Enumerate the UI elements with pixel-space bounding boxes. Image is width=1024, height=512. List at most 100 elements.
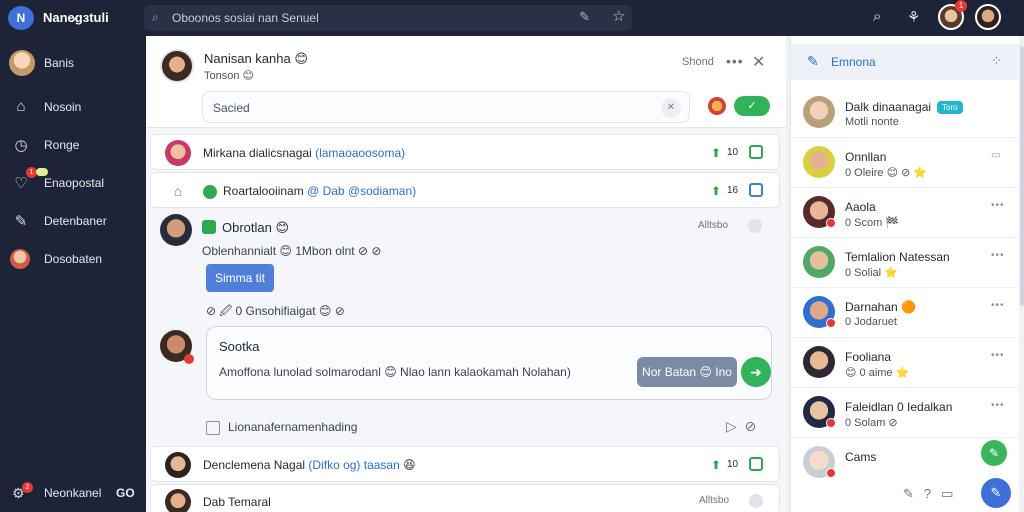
app-title: Nane̷ɡɜtuli	[43, 10, 109, 25]
panel-toolbar: ✎? ▭	[903, 486, 963, 502]
sidebar-item-edit[interactable]: ✎ Detenbaner	[0, 206, 146, 236]
contact-item[interactable]: Faleidlan 0 Iedalkan 0 Solam ⊘ •••	[791, 388, 1019, 438]
star-icon[interactable]: ☆	[612, 7, 625, 25]
contact-status: Motli nonte	[845, 116, 899, 128]
status-badge	[826, 318, 836, 328]
sidebar-item-home[interactable]: ⌂ Nosoin	[0, 92, 146, 122]
contact-item[interactable]: Fooliana 😊 0 aime ⭐ •••	[791, 338, 1019, 388]
compose-input[interactable]	[213, 100, 613, 116]
sidebar-item-label: Enaopostal	[44, 176, 105, 190]
list-item[interactable]: Dab Temaral Alltsbo	[150, 484, 780, 512]
search-input[interactable]	[172, 9, 572, 27]
list-item[interactable]: Denclemena Nagal (Difko og) taasan 😆 ⬆ 1…	[150, 446, 780, 482]
status-badge	[826, 468, 836, 478]
list-item[interactable]: Mirkana dialicsnagai (lamaoaoosoma) ⬆ 10	[150, 134, 780, 170]
contact-item[interactable]: Dalk dinaanagai Toro Motli nonte	[791, 88, 1019, 138]
sidebar-item-notifications[interactable]: ♡ 1 Enaopostal	[0, 167, 146, 198]
status-badge: Toro	[937, 101, 963, 115]
contact-name: Cams	[845, 450, 877, 464]
more-icon[interactable]: •••	[726, 53, 744, 69]
clear-icon[interactable]: ✕	[661, 98, 681, 118]
edit-icon[interactable]: ✎	[903, 486, 914, 501]
sidebar-item-recent[interactable]: ◷ Ronge	[0, 130, 146, 160]
avatar	[803, 246, 835, 278]
contact-item[interactable]: Temlalion Natessan 0 Solial ⭐ •••	[791, 238, 1019, 288]
contact-name: Dalk dinaanagai Toro	[845, 100, 963, 115]
more-icon[interactable]: •••	[991, 400, 1005, 411]
list-item[interactable]: ⌂ Roartalooiinam @ Dab @sodiaman) ⬆ 16	[150, 172, 780, 208]
search-bar[interactable]: ⌕ ✎	[144, 5, 632, 31]
sidebar-item-profile[interactable]: Banis	[0, 48, 146, 78]
add-contact-button[interactable]: ✎	[981, 440, 1007, 466]
chat-icon[interactable]: ▭	[941, 486, 953, 501]
contact-name: Darnahan 🟠	[845, 300, 916, 314]
send-button[interactable]: ✓	[734, 96, 770, 116]
quoted-message[interactable]: Sootka Amoffona lunolad solmarodanl 😊 Nl…	[206, 326, 772, 400]
sidebar-item-settings[interactable]: ⚙ 2 Neonkanel GO	[0, 482, 146, 506]
upvote-icon[interactable]: ⬆	[711, 184, 721, 198]
sidebar-item-label: Nosoin	[44, 100, 82, 114]
upvote-icon[interactable]: ⬆	[711, 146, 721, 160]
avatar[interactable]	[160, 214, 192, 246]
pen-icon[interactable]: ✎	[579, 9, 590, 25]
status-badge	[826, 418, 836, 428]
edit-icon[interactable]: ✎	[807, 53, 819, 70]
contact-status: 0 Oleire 😊 ⊘ ⭐	[845, 167, 928, 179]
options-icon[interactable]	[749, 494, 763, 508]
search-icon[interactable]: ⌕	[873, 8, 881, 25]
group-icon	[202, 220, 216, 234]
top-bar: N Nane̷ɡɜtuli ⌕ ✎ ☆ ⌕ ⚘ 1	[0, 0, 1024, 36]
scrollbar-thumb[interactable]	[1020, 46, 1024, 306]
contact-item[interactable]: Darnahan 🟠 0 Jodaruet •••	[791, 288, 1019, 338]
app-logo[interactable]: N	[8, 6, 34, 30]
contact-item[interactable]: Aaola 0 Scom 🏁 •••	[791, 188, 1019, 238]
search-icon: ⌕	[152, 10, 159, 24]
avatar	[803, 346, 835, 378]
help-icon[interactable]: ?	[924, 486, 931, 501]
send-icon[interactable]: ▷ ⊘	[726, 418, 756, 435]
grid-icon[interactable]: ⁘	[991, 53, 1002, 69]
conversation-header: Nanisan kanha 😊 Tonson 😊 Shond ••• ✕ ✕ ✓	[146, 36, 786, 128]
notification-badge: 1	[955, 0, 967, 12]
more-icon[interactable]: •••	[991, 350, 1005, 361]
message-time: Alltsbo	[698, 220, 729, 231]
row-count: 10	[727, 459, 739, 470]
checkbox[interactable]	[749, 145, 763, 159]
upvote-icon[interactable]: ⬆	[711, 458, 721, 472]
reply-button[interactable]: Simma tit	[206, 264, 274, 292]
scrollbar[interactable]	[1019, 36, 1024, 512]
close-icon[interactable]: ✕	[752, 52, 765, 72]
go-icon[interactable]: ➜	[741, 357, 771, 387]
row-count: 10	[727, 147, 739, 158]
row-count: 16	[727, 185, 739, 196]
checkbox[interactable]	[749, 457, 763, 471]
avatar	[165, 489, 191, 512]
contact-item[interactable]: Onnllan 0 Oleire 😊 ⊘ ⭐ ▭	[791, 138, 1019, 188]
profile-avatar[interactable]	[975, 4, 1001, 30]
compose-button[interactable]: ✎	[981, 478, 1011, 508]
avatar[interactable]	[708, 97, 726, 115]
avatar[interactable]	[160, 49, 194, 83]
notifications-icon[interactable]: ⚘	[907, 8, 920, 26]
share-button[interactable]: Shond	[682, 56, 714, 68]
more-icon[interactable]: •••	[991, 300, 1005, 311]
status-badge	[184, 354, 194, 364]
options-icon[interactable]	[748, 219, 762, 233]
message-thread: Obrotlan 😊 Alltsbo Oblenhannialt 😊 1Mbon…	[150, 208, 780, 444]
message-icon[interactable]: ▭	[991, 150, 1001, 161]
quote-body: Amoffona lunolad solmarodanl 😊 Nlao lann…	[219, 365, 571, 379]
compose-box[interactable]: ✕	[202, 91, 690, 123]
checkbox[interactable]	[206, 420, 220, 435]
contact-name: Faleidlan 0 Iedalkan	[845, 400, 953, 414]
more-icon[interactable]: •••	[991, 200, 1005, 211]
home-icon: ⌂	[173, 183, 183, 199]
conversation-subtitle: Tonson 😊	[204, 70, 254, 82]
checkbox[interactable]	[749, 183, 763, 197]
sidebar-item-people[interactable]: Dosobaten	[0, 244, 146, 274]
contact-status: 😊 0 aime ⭐	[845, 367, 910, 379]
contact-name: Fooliana	[845, 350, 892, 364]
quote-title: Sootka	[219, 339, 260, 354]
more-icon[interactable]: •••	[991, 250, 1005, 261]
sidebar-item-label: Ronge	[44, 138, 80, 152]
quote-action-button[interactable]: Nor Batan 😊 Ino	[637, 357, 737, 387]
